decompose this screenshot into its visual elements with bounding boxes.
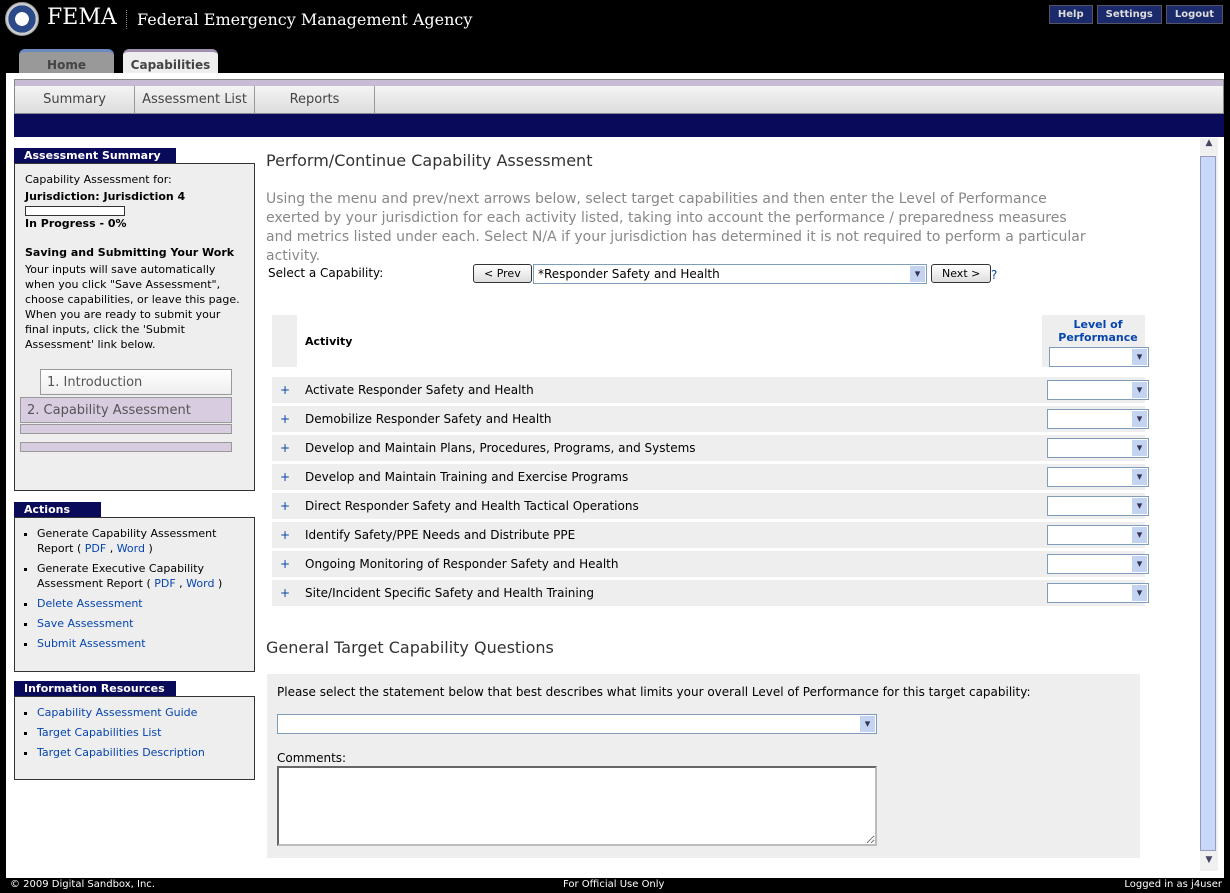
help-link[interactable]: ? bbox=[991, 268, 997, 282]
question-text: Please select the statement below that b… bbox=[277, 685, 1031, 699]
step-tab-stack bbox=[20, 424, 232, 434]
brand: FEMA bbox=[47, 5, 117, 30]
subnav-reports[interactable]: Reports bbox=[255, 86, 375, 114]
level-select[interactable] bbox=[1047, 467, 1149, 487]
step-tab-stack bbox=[20, 442, 232, 452]
intro-text: Using the menu and prev/next arrows belo… bbox=[266, 191, 1086, 264]
activity-name: Identify Safety/PPE Needs and Distribute… bbox=[305, 528, 576, 542]
scrollbar[interactable]: ▲ ▼ bbox=[1200, 138, 1218, 871]
logout-button[interactable]: Logout bbox=[1165, 5, 1223, 24]
comments-label: Comments: bbox=[277, 751, 347, 765]
dhs-seal-logo bbox=[5, 2, 39, 36]
general-questions-panel: Please select the statement below that b… bbox=[267, 674, 1140, 858]
nav-band bbox=[14, 114, 1224, 137]
expand-icon[interactable]: + bbox=[280, 586, 290, 600]
level-select[interactable] bbox=[1047, 496, 1149, 516]
activity-table-header: Activity Level of Performance bbox=[272, 315, 1149, 367]
save-title: Saving and Submitting Your Work bbox=[25, 246, 235, 259]
actions-title: Actions bbox=[14, 502, 101, 517]
level-select[interactable] bbox=[1047, 583, 1149, 603]
guide-link[interactable]: Capability Assessment Guide bbox=[37, 706, 197, 719]
activity-row: + Activate Responder Safety and Health bbox=[272, 377, 1149, 403]
step-capability-assessment[interactable]: 2. Capability Assessment bbox=[20, 397, 232, 423]
activity-name: Develop and Maintain Plans, Procedures, … bbox=[305, 441, 696, 455]
exec-word-link[interactable]: Word bbox=[186, 577, 214, 590]
delete-assessment-link[interactable]: Delete Assessment bbox=[37, 597, 143, 610]
save-assessment-link[interactable]: Save Assessment bbox=[37, 617, 133, 630]
activity-name: Demobilize Responder Safety and Health bbox=[305, 412, 552, 426]
activity-row: + Identify Safety/PPE Needs and Distribut… bbox=[272, 522, 1149, 548]
agency-name: Federal Emergency Management Agency bbox=[126, 10, 472, 29]
exec-pdf-link[interactable]: PDF bbox=[154, 577, 175, 590]
page-title: Perform/Continue Capability Assessment bbox=[266, 151, 593, 170]
resources-title: Information Resources bbox=[14, 681, 176, 696]
expand-icon[interactable]: + bbox=[280, 412, 290, 426]
activity-name: Direct Responder Safety and Health Tacti… bbox=[305, 499, 639, 513]
assessment-for-label: Capability Assessment for: bbox=[25, 173, 172, 186]
footer: © 2009 Digital Sandbox, Inc. For Officia… bbox=[0, 878, 1230, 893]
progress-status: In Progress - 0% bbox=[25, 217, 127, 230]
activity-row: + Ongoing Monitoring of Responder Safety … bbox=[272, 551, 1149, 577]
subnav-summary[interactable]: Summary bbox=[15, 86, 135, 114]
expand-icon[interactable]: + bbox=[280, 557, 290, 571]
progress-bar bbox=[25, 206, 125, 216]
generate-exec-report-item: Generate Executive Capability Assessment… bbox=[37, 561, 244, 591]
copyright: © 2009 Digital Sandbox, Inc. bbox=[10, 879, 155, 890]
activity-name: Activate Responder Safety and Health bbox=[305, 383, 534, 397]
submit-assessment-link[interactable]: Submit Assessment bbox=[37, 637, 146, 650]
level-column-header: Level of Performance bbox=[1058, 318, 1138, 344]
level-select[interactable] bbox=[1047, 438, 1149, 458]
level-all-select[interactable] bbox=[1049, 347, 1149, 367]
header: FEMA Federal Emergency Management Agency… bbox=[0, 0, 1230, 74]
activity-column-header: Activity bbox=[305, 335, 353, 348]
activity-row: + Demobilize Responder Safety and Health bbox=[272, 406, 1149, 432]
activity-row: + Site/Incident Specific Safety and Healt… bbox=[272, 580, 1149, 606]
prev-button[interactable]: < Prev bbox=[473, 264, 532, 283]
generate-report-item: Generate Capability Assessment Report ( … bbox=[37, 526, 244, 556]
assessment-summary-title: Assessment Summary bbox=[14, 148, 176, 163]
comments-textarea[interactable] bbox=[277, 766, 877, 846]
expand-icon[interactable]: + bbox=[280, 383, 290, 397]
subnav-assessment-list[interactable]: Assessment List bbox=[135, 86, 255, 114]
level-select[interactable] bbox=[1047, 554, 1149, 574]
capability-select[interactable]: *Responder Safety and Health bbox=[533, 264, 927, 284]
expand-icon[interactable]: + bbox=[280, 441, 290, 455]
expand-icon[interactable]: + bbox=[280, 528, 290, 542]
general-questions-title: General Target Capability Questions bbox=[266, 638, 554, 657]
activity-name: Develop and Maintain Training and Exerci… bbox=[305, 470, 629, 484]
capabilities-description-link[interactable]: Target Capabilities Description bbox=[37, 746, 205, 759]
report-pdf-link[interactable]: PDF bbox=[85, 542, 106, 555]
tab-home[interactable]: Home bbox=[19, 49, 114, 73]
resources-panel: Information Resources Capability Assessm… bbox=[14, 681, 255, 780]
next-button[interactable]: Next > bbox=[931, 264, 992, 283]
expand-icon[interactable]: + bbox=[280, 470, 290, 484]
report-word-link[interactable]: Word bbox=[117, 542, 145, 555]
actions-panel: Actions Generate Capability Assessment R… bbox=[14, 502, 255, 672]
tab-capabilities[interactable]: Capabilities bbox=[123, 49, 218, 73]
level-select[interactable] bbox=[1047, 525, 1149, 545]
settings-button[interactable]: Settings bbox=[1096, 5, 1162, 24]
subnav: Summary Assessment List Reports bbox=[14, 79, 1224, 114]
main-content: Perform/Continue Capability Assessment U… bbox=[266, 138, 1196, 858]
activity-name: Ongoing Monitoring of Responder Safety a… bbox=[305, 557, 619, 571]
assessment-summary-panel: Assessment Summary Capability Assessment… bbox=[14, 148, 255, 491]
level-select[interactable] bbox=[1047, 380, 1149, 400]
help-button[interactable]: Help bbox=[1048, 5, 1093, 24]
activity-name: Site/Incident Specific Safety and Health… bbox=[305, 586, 594, 600]
activity-row: + Develop and Maintain Plans, Procedures,… bbox=[272, 435, 1149, 461]
step-introduction[interactable]: 1. Introduction bbox=[40, 369, 232, 395]
expand-icon[interactable]: + bbox=[280, 499, 290, 513]
activity-row: + Develop and Maintain Training and Exerc… bbox=[272, 464, 1149, 490]
logged-in-user: Logged in as j4user bbox=[1124, 879, 1222, 890]
limitation-select[interactable] bbox=[277, 714, 877, 734]
capabilities-list-link[interactable]: Target Capabilities List bbox=[37, 726, 161, 739]
jurisdiction: Jurisdiction: Jurisdiction 4 bbox=[25, 190, 186, 203]
level-select[interactable] bbox=[1047, 409, 1149, 429]
activity-row: + Direct Responder Safety and Health Tact… bbox=[272, 493, 1149, 519]
select-capability-label: Select a Capability: bbox=[268, 266, 384, 280]
save-text: Your inputs will save automatically when… bbox=[25, 263, 240, 351]
official-use-notice: For Official Use Only bbox=[563, 879, 665, 890]
